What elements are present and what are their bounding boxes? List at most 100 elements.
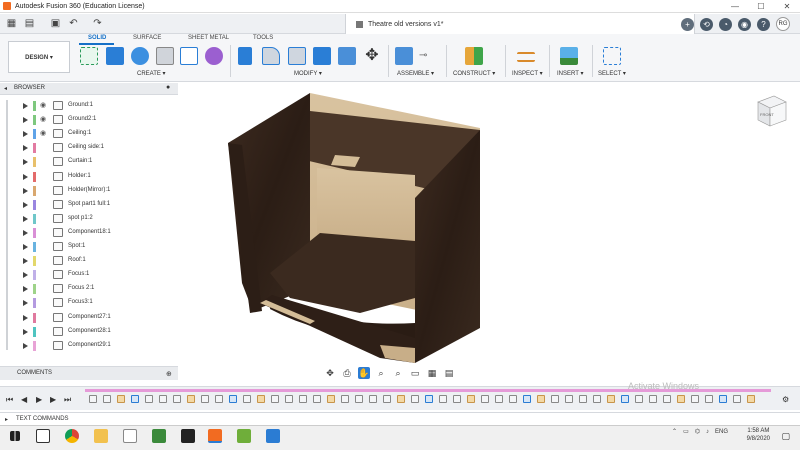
timeline-feature-icon[interactable] bbox=[145, 395, 153, 403]
display-settings-icon[interactable]: ▭ bbox=[409, 367, 421, 379]
browser-row[interactable]: Focus:1 bbox=[0, 269, 178, 282]
collapse-icon[interactable]: ◂ bbox=[4, 85, 7, 92]
timeline-feature-icon[interactable] bbox=[243, 395, 251, 403]
expand-arrow-icon[interactable] bbox=[23, 314, 28, 321]
expand-arrow-icon[interactable] bbox=[23, 258, 28, 265]
expand-arrow-icon[interactable] bbox=[23, 272, 28, 279]
task-view-icon[interactable] bbox=[36, 429, 50, 443]
joint-icon[interactable]: ⊸ bbox=[419, 47, 437, 65]
tab-surface[interactable]: SURFACE bbox=[133, 35, 161, 41]
timeline-feature-icon[interactable] bbox=[733, 395, 741, 403]
visibility-icon[interactable] bbox=[40, 229, 48, 236]
minecraft-icon[interactable] bbox=[237, 429, 251, 443]
browser-row[interactable]: ◉ Ceiling:1 bbox=[0, 128, 178, 141]
expand-arrow-icon[interactable] bbox=[23, 131, 28, 138]
new-component-icon[interactable] bbox=[395, 47, 413, 65]
visibility-icon[interactable] bbox=[40, 285, 48, 292]
visibility-icon[interactable] bbox=[40, 342, 48, 349]
timeline-feature-icon[interactable] bbox=[565, 395, 573, 403]
expand-arrow-icon[interactable] bbox=[23, 244, 28, 250]
timeline-feature-icon[interactable] bbox=[397, 395, 405, 403]
expand-arrow-icon[interactable] bbox=[23, 300, 28, 307]
visibility-icon[interactable] bbox=[40, 257, 48, 264]
move-copy-icon[interactable]: ✥ bbox=[363, 47, 381, 65]
timeline-feature-icon[interactable] bbox=[677, 395, 685, 403]
timeline-feature-icon[interactable] bbox=[439, 395, 447, 403]
timeline-feature-icon[interactable] bbox=[621, 395, 629, 403]
revolve-icon[interactable] bbox=[131, 47, 149, 65]
browser-row[interactable]: Holder:1 bbox=[0, 171, 178, 184]
timeline-feature-icon[interactable] bbox=[201, 395, 209, 403]
timeline-feature-icon[interactable] bbox=[579, 395, 587, 403]
select-menu[interactable]: SELECT ▾ bbox=[598, 70, 626, 77]
timeline-feature-icon[interactable] bbox=[187, 395, 195, 403]
taskbar-clock[interactable]: 1:58 AM 9/8/2020 bbox=[747, 427, 770, 443]
help-icon[interactable]: ? bbox=[757, 17, 770, 31]
extensions-icon[interactable]: ⟲ bbox=[700, 17, 713, 31]
timeline-feature-icon[interactable] bbox=[285, 395, 293, 403]
expand-arrow-icon[interactable] bbox=[23, 201, 28, 208]
timeline-feature-icon[interactable] bbox=[411, 395, 419, 403]
visibility-icon[interactable] bbox=[40, 173, 48, 180]
browser-row[interactable]: spot p1:2 bbox=[0, 213, 178, 226]
timeline-feature-icon[interactable] bbox=[369, 395, 377, 403]
timeline-feature-icon[interactable] bbox=[481, 395, 489, 403]
expand-arrow-icon[interactable] bbox=[23, 286, 28, 293]
assemble-menu[interactable]: ASSEMBLE ▾ bbox=[397, 70, 434, 77]
extrude-icon[interactable] bbox=[106, 47, 124, 65]
timeline-prev-icon[interactable]: ◀ bbox=[21, 395, 27, 404]
timeline-feature-icon[interactable] bbox=[649, 395, 657, 403]
viewports-icon[interactable]: ▤ bbox=[443, 367, 455, 379]
zoom-window-icon[interactable]: ⌕ bbox=[392, 367, 404, 379]
expand-arrow-icon[interactable] bbox=[23, 117, 28, 124]
browser-row[interactable]: Component27:1 bbox=[0, 312, 178, 325]
save-icon[interactable]: ▣ bbox=[50, 18, 61, 29]
timeline-feature-icon[interactable] bbox=[453, 395, 461, 403]
timeline-feature-icon[interactable] bbox=[383, 395, 391, 403]
windows-start-icon[interactable] bbox=[10, 431, 20, 441]
timeline-feature-icon[interactable] bbox=[103, 395, 111, 403]
timeline-play-icon[interactable]: ▶ bbox=[36, 395, 42, 404]
timeline-feature-icon[interactable] bbox=[313, 395, 321, 403]
redo-icon[interactable]: ↷ bbox=[92, 18, 103, 29]
visibility-icon[interactable]: ◉ bbox=[40, 130, 48, 137]
visibility-icon[interactable] bbox=[40, 158, 48, 165]
minimize-button[interactable]: — bbox=[722, 0, 748, 13]
modify-menu[interactable]: MODIFY ▾ bbox=[294, 70, 322, 77]
tab-solid[interactable]: SOLID bbox=[88, 35, 106, 41]
visibility-icon[interactable] bbox=[40, 314, 48, 321]
visibility-icon[interactable] bbox=[40, 215, 48, 222]
timeline-settings-icon[interactable]: ⚙ bbox=[782, 395, 789, 404]
timeline-end-icon[interactable]: ⏭ bbox=[64, 395, 71, 405]
timeline-feature-icon[interactable] bbox=[691, 395, 699, 403]
model-viewport[interactable] bbox=[180, 83, 800, 383]
comments-panel[interactable]: COMMENTS ⊕ bbox=[0, 366, 178, 380]
timeline-feature-icon[interactable] bbox=[537, 395, 545, 403]
text-commands-panel[interactable]: ▸ TEXT COMMANDS bbox=[0, 412, 800, 425]
timeline-feature-icon[interactable] bbox=[635, 395, 643, 403]
timeline-feature-icon[interactable] bbox=[257, 395, 265, 403]
timeline-feature-icon[interactable] bbox=[355, 395, 363, 403]
visibility-icon[interactable] bbox=[40, 201, 48, 208]
fusion360-taskbar-icon[interactable] bbox=[208, 429, 222, 443]
tab-sheet-metal[interactable]: SHEET METAL bbox=[188, 35, 229, 41]
hole-icon[interactable] bbox=[156, 47, 174, 65]
browser-row[interactable]: Ceiling side:1 bbox=[0, 142, 178, 155]
timeline-feature-icon[interactable] bbox=[159, 395, 167, 403]
timeline-feature-icon[interactable] bbox=[523, 395, 531, 403]
chrome-icon[interactable] bbox=[65, 429, 79, 443]
timeline-feature-icon[interactable] bbox=[327, 395, 335, 403]
browser-row[interactable]: Component28:1 bbox=[0, 326, 178, 339]
timeline-feature-icon[interactable] bbox=[663, 395, 671, 403]
timeline-next-icon[interactable]: ▶ bbox=[50, 395, 56, 404]
browser-row[interactable]: ◉ Ground:1 bbox=[0, 100, 178, 113]
construct-menu[interactable]: CONSTRUCT ▾ bbox=[453, 70, 495, 77]
timeline-feature-icon[interactable] bbox=[271, 395, 279, 403]
timeline-feature-icon[interactable] bbox=[229, 395, 237, 403]
network-icon[interactable]: ⌬ bbox=[695, 428, 700, 435]
file-explorer-icon[interactable] bbox=[94, 429, 108, 443]
look-at-icon[interactable]: ⎙ bbox=[341, 367, 353, 379]
timeline-feature-icon[interactable] bbox=[341, 395, 349, 403]
insert-menu[interactable]: INSERT ▾ bbox=[557, 70, 583, 77]
pan-icon[interactable]: ✋ bbox=[358, 367, 370, 379]
